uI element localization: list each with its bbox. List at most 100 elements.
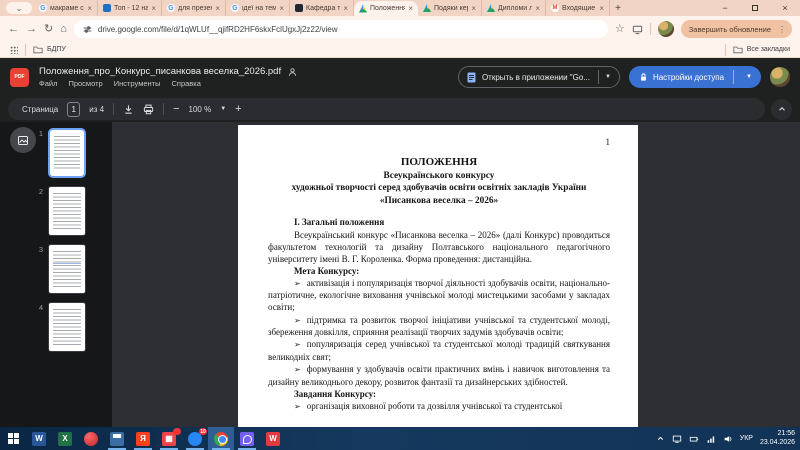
back-icon[interactable]: ← — [8, 24, 19, 35]
viewer-menu: Файл Просмотр Инструменты Справка — [39, 79, 298, 88]
doc-bullet-item: ➢популяризація серед учнівської та студе… — [268, 338, 610, 363]
page-thumbnail[interactable] — [48, 186, 86, 236]
forward-icon[interactable]: → — [26, 24, 37, 35]
bookmarks-bar: БДПУ Все закладки — [0, 42, 800, 58]
account-avatar[interactable] — [770, 67, 790, 87]
language-indicator[interactable]: УКР — [740, 435, 753, 442]
open-with-caret-icon[interactable]: ▼ — [605, 74, 611, 80]
network-signal-icon[interactable] — [706, 434, 716, 444]
bookmark-folder-label: БДПУ — [47, 46, 66, 53]
browser-tab[interactable]: Дипломи лау × — [482, 0, 546, 16]
taskbar-mail-app-icon[interactable]: 10 — [182, 427, 208, 450]
browser-tab[interactable]: M Входящие (68 × — [546, 0, 610, 16]
zoom-caret-icon[interactable]: ▼ — [220, 106, 226, 112]
menu-help[interactable]: Справка — [171, 79, 200, 88]
doc-page-number: 1 — [268, 137, 610, 147]
folder-icon — [33, 45, 43, 54]
tab-close-icon[interactable]: × — [471, 4, 476, 13]
page-number-input[interactable]: 1 — [67, 102, 80, 117]
menu-file[interactable]: Файл — [39, 79, 57, 88]
tab-close-icon[interactable]: × — [151, 4, 156, 13]
all-bookmarks-button[interactable]: Все закладки — [733, 45, 790, 54]
taskbar-viber-icon[interactable] — [234, 427, 260, 450]
clock-time: 21:56 — [760, 430, 795, 439]
taskbar-clock[interactable]: 21:56 23.04.2026 — [760, 430, 795, 448]
taskbar-chrome-icon[interactable] — [208, 427, 234, 450]
maximize-button[interactable] — [740, 0, 770, 16]
send-to-device-icon[interactable] — [632, 24, 643, 35]
tab-search-button[interactable]: ⌄ — [6, 2, 32, 14]
browser-tab[interactable]: Кафедра теор × — [290, 0, 354, 16]
page-thumbnail-row: 4 — [34, 302, 86, 352]
browser-menu-icon[interactable]: ⋮ — [776, 25, 788, 34]
folder-icon — [733, 45, 743, 54]
display-icon[interactable] — [672, 434, 682, 444]
taskbar-excel-icon[interactable]: X — [52, 427, 78, 450]
taskbar-save-app-icon[interactable] — [104, 427, 130, 450]
tab-close-icon[interactable]: × — [343, 4, 348, 13]
page-thumbnail[interactable] — [48, 244, 86, 294]
tab-close-icon[interactable]: × — [599, 4, 604, 13]
pdf-viewer-header: PDF Положення_про_Конкурс_писанкова весе… — [0, 58, 800, 96]
thumbnail-toggle-button[interactable] — [10, 127, 36, 153]
bookmarks-divider — [725, 44, 726, 56]
viewer-toolbar-row: Страница 1 из 4 − 100 % ▼ + — [0, 96, 800, 122]
doc-bullet-item: ➢підтримка та розвиток творчої ініціатив… — [268, 314, 610, 339]
doc-title-line: Всеукраїнського конкурсу — [268, 170, 610, 183]
taskbar-social-app-icon[interactable]: ▦ — [156, 427, 182, 450]
zoom-in-icon[interactable]: + — [235, 103, 241, 115]
doc-bullet-item: ➢організація виховної роботи та дозвілля… — [268, 400, 610, 413]
doc-paragraph: Всеукраїнський конкурс «Писанкова веселк… — [268, 229, 610, 265]
home-icon[interactable]: ⌂ — [60, 24, 67, 35]
browser-tab[interactable]: G макраме сов × — [34, 0, 98, 16]
browser-tab[interactable]: Подяки керів × — [418, 0, 482, 16]
taskbar-red-app-icon[interactable] — [78, 427, 104, 450]
zoom-level[interactable]: 100 % — [189, 105, 212, 114]
bullet-arrow-icon: ➢ — [294, 316, 307, 325]
browser-profile-avatar[interactable] — [658, 21, 674, 37]
site-settings-icon[interactable] — [83, 25, 92, 34]
taskbar-w-app-icon[interactable]: W — [260, 427, 286, 450]
speaker-icon[interactable] — [723, 434, 733, 444]
page-thumbnail[interactable] — [48, 302, 86, 352]
reload-icon[interactable]: ↻ — [44, 24, 53, 35]
tab-strip: ⌄ G макраме сов × Топ - 12 найк × G для … — [0, 0, 800, 16]
taskbar-yandex-icon[interactable]: Я — [130, 427, 156, 450]
browser-tab[interactable]: Топ - 12 найк × — [98, 0, 162, 16]
share-settings-button[interactable]: Настройки доступа ▼ — [629, 66, 761, 88]
print-icon[interactable] — [143, 104, 154, 115]
tab-close-icon[interactable]: × — [215, 4, 220, 13]
start-button[interactable] — [0, 427, 26, 450]
tab-close-icon[interactable]: × — [408, 4, 413, 13]
bookmark-star-icon[interactable]: ☆ — [615, 24, 625, 35]
close-window-button[interactable]: × — [770, 0, 800, 16]
system-tray: УКР 21:56 23.04.2026 — [656, 430, 800, 448]
share-caret-icon[interactable]: ▼ — [739, 74, 759, 80]
menu-tools[interactable]: Инструменты — [114, 79, 161, 88]
tab-close-icon[interactable]: × — [279, 4, 284, 13]
browser-tab[interactable]: G для презента × — [162, 0, 226, 16]
tab-label: Положення_п — [370, 5, 405, 12]
apps-grid-icon[interactable] — [10, 46, 18, 54]
new-tab-button[interactable]: + — [610, 0, 626, 16]
open-with-app-button[interactable]: Открыть в приложении "Go... ▼ — [458, 66, 620, 88]
url-bar[interactable]: drive.google.com/file/d/1qWLUf__qjifRD2H… — [74, 20, 608, 38]
bookmark-folder-bdpu[interactable]: БДПУ — [33, 45, 66, 54]
page-thumbnail-selected[interactable] — [48, 128, 86, 178]
doc-title-line: ПОЛОЖЕННЯ — [268, 155, 610, 170]
tab-close-icon[interactable]: × — [535, 4, 540, 13]
minimize-button[interactable]: − — [710, 0, 740, 16]
address-toolbar: ← → ↻ ⌂ drive.google.com/file/d/1qWLUf__… — [0, 16, 800, 42]
collapse-toolbar-button[interactable] — [771, 99, 792, 120]
browser-tab-active[interactable]: Положення_п × — [354, 1, 418, 16]
tray-chevron-up-icon[interactable] — [656, 434, 665, 443]
browser-tab[interactable]: G ідеї на тему к × — [226, 0, 290, 16]
windows-logo-icon — [8, 433, 19, 444]
taskbar-word-icon[interactable]: W — [26, 427, 52, 450]
zoom-out-icon[interactable]: − — [173, 103, 179, 115]
menu-view[interactable]: Просмотр — [68, 79, 102, 88]
finish-update-button[interactable]: Завершить обновление ⋮ — [681, 20, 792, 38]
tab-close-icon[interactable]: × — [87, 4, 92, 13]
download-icon[interactable] — [123, 104, 134, 115]
battery-icon[interactable] — [689, 434, 699, 444]
